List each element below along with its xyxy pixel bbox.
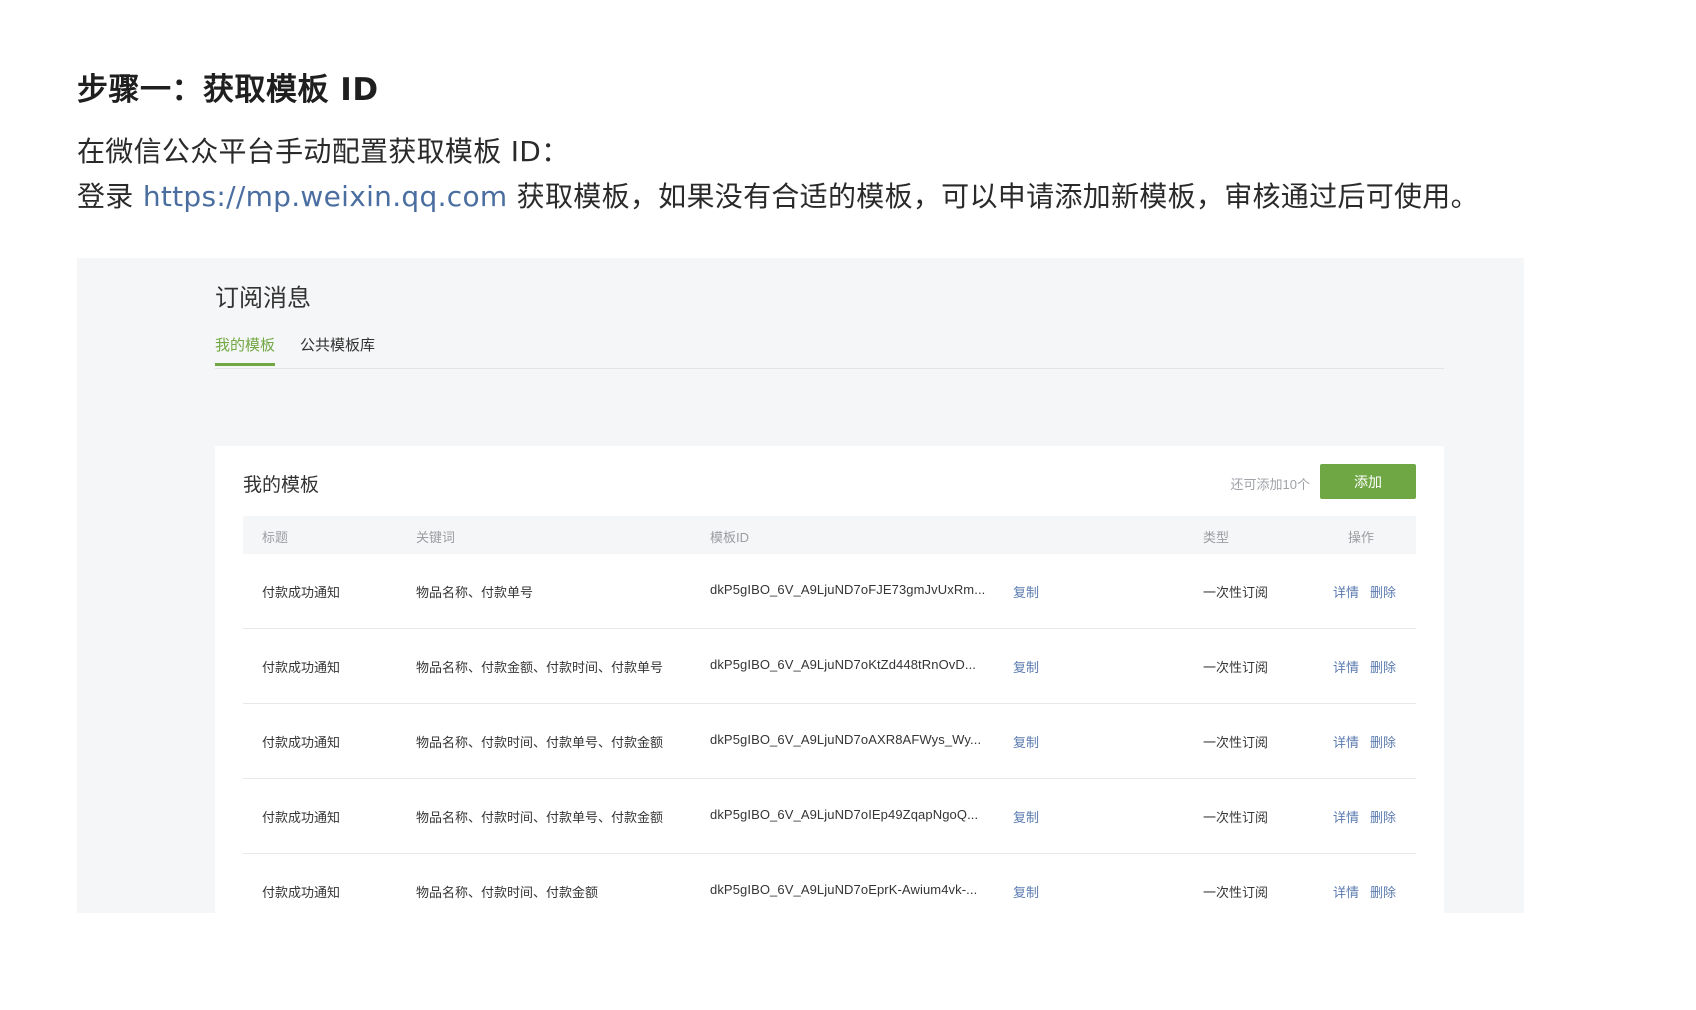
detail-link[interactable]: 详情 [1333,807,1359,826]
table-row: 付款成功通知 物品名称、付款金额、付款时间、付款单号 dkP5gIBO_6V_A… [243,629,1416,704]
weixin-platform-link[interactable]: https://mp.weixin.qq.com [143,180,508,213]
table-row: 付款成功通知 物品名称、付款时间、付款单号、付款金额 dkP5gIBO_6V_A… [243,704,1416,779]
row-keywords: 物品名称、付款时间、付款单号、付款金额 [416,810,664,825]
row-template-id: dkP5gIBO_6V_A9LjuND7oIEp49ZqapNgoQ... [710,807,979,822]
tab-public-library[interactable]: 公共模板库 [300,334,375,363]
row-template-id: dkP5gIBO_6V_A9LjuND7oAXR8AFWys_Wy... [710,732,982,747]
step-title: 步骤一：获取模板 ID [77,72,379,108]
delete-link[interactable]: 删除 [1370,657,1396,676]
row-type: 一次性订阅 [1203,585,1269,600]
row-type: 一次性订阅 [1203,885,1269,900]
copy-link[interactable]: 复制 [1013,582,1039,601]
copy-link[interactable]: 复制 [1013,657,1039,676]
table-row: 付款成功通知 物品名称、付款时间、付款金额 dkP5gIBO_6V_A9LjuN… [243,854,1416,913]
header-title: 标题 [262,530,289,545]
row-keywords: 物品名称、付款金额、付款时间、付款单号 [416,660,664,675]
detail-link[interactable]: 详情 [1333,732,1359,751]
row-type: 一次性订阅 [1203,735,1269,750]
delete-link[interactable]: 删除 [1370,732,1396,751]
row-keywords: 物品名称、付款时间、付款金额 [416,885,599,900]
header-type: 类型 [1203,530,1230,545]
page-title: 订阅消息 [215,285,311,312]
copy-link[interactable]: 复制 [1013,807,1039,826]
header-keywords: 关键词 [416,530,456,545]
tab-my-templates[interactable]: 我的模板 [215,334,276,366]
row-title: 付款成功通知 [262,810,341,825]
row-keywords: 物品名称、付款单号 [416,585,534,600]
row-keywords: 物品名称、付款时间、付款单号、付款金额 [416,735,664,750]
add-template-button[interactable]: 添加 [1320,464,1416,499]
row-template-id: dkP5gIBO_6V_A9LjuND7oFJE73gmJvUxRm... [710,582,986,597]
instruction-line-1: 在微信公众平台手动配置获取模板 ID： [77,135,570,168]
row-type: 一次性订阅 [1203,660,1269,675]
row-title: 付款成功通知 [262,885,341,900]
detail-link[interactable]: 详情 [1333,882,1359,901]
delete-link[interactable]: 删除 [1370,882,1396,901]
templates-card: 我的模板 还可添加10个 添加 标题 关键词 模板ID 类型 操作 付款成功通知… [215,446,1444,913]
remaining-count: 还可添加10个 [1230,477,1310,492]
instruction-prefix: 登录 [77,180,143,213]
card-title: 我的模板 [243,475,320,496]
header-template-id: 模板ID [710,530,750,545]
delete-link[interactable]: 删除 [1370,582,1396,601]
detail-link[interactable]: 详情 [1333,582,1359,601]
row-title: 付款成功通知 [262,660,341,675]
detail-link[interactable]: 详情 [1333,657,1359,676]
table-header: 标题 关键词 模板ID 类型 操作 [243,516,1416,554]
tab-bar: 我的模板 公共模板库 [215,334,1444,369]
copy-link[interactable]: 复制 [1013,732,1039,751]
row-title: 付款成功通知 [262,735,341,750]
subscription-screenshot: 订阅消息 我的模板 公共模板库 我的模板 还可添加10个 添加 标题 关键词 模… [77,258,1524,913]
row-type: 一次性订阅 [1203,810,1269,825]
delete-link[interactable]: 删除 [1370,807,1396,826]
table-row: 付款成功通知 物品名称、付款单号 dkP5gIBO_6V_A9LjuND7oFJ… [243,554,1416,629]
row-template-id: dkP5gIBO_6V_A9LjuND7oEprK-Awium4vk-... [710,882,978,897]
row-title: 付款成功通知 [262,585,341,600]
row-template-id: dkP5gIBO_6V_A9LjuND7oKtZd448tRnOvD... [710,657,977,672]
header-actions: 操作 [1348,530,1375,545]
instruction-line-2: 登录 https://mp.weixin.qq.com 获取模板，如果没有合适的… [77,175,1479,215]
instruction-suffix: 获取模板，如果没有合适的模板，可以申请添加新模板，审核通过后可使用。 [507,180,1479,213]
table-row: 付款成功通知 物品名称、付款时间、付款单号、付款金额 dkP5gIBO_6V_A… [243,779,1416,854]
copy-link[interactable]: 复制 [1013,882,1039,901]
